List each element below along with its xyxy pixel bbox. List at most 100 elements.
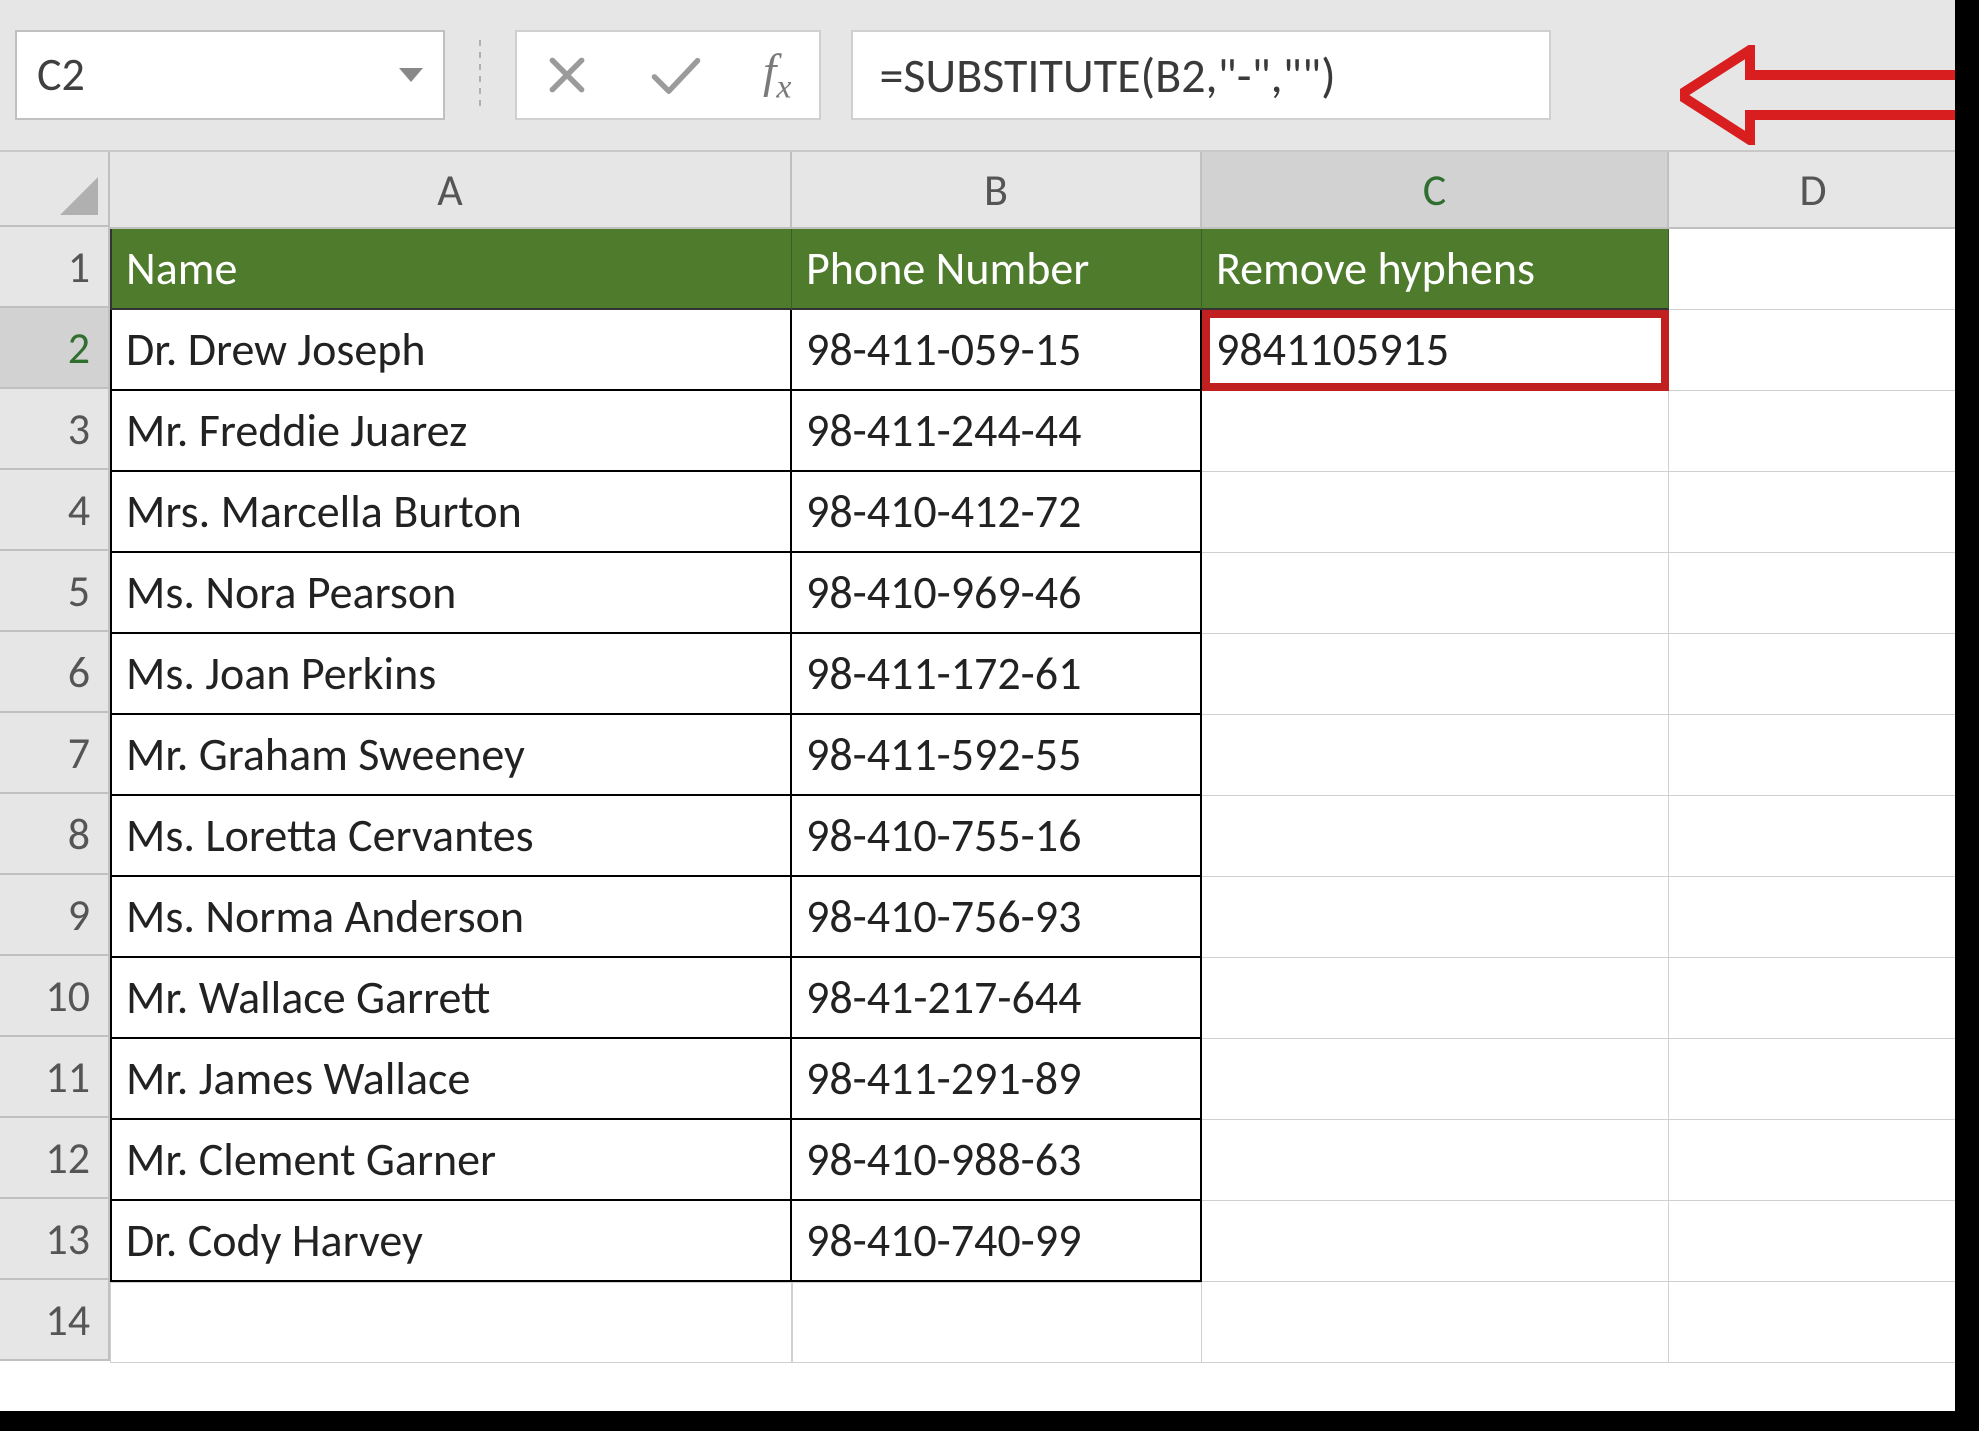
cell-C9[interactable] <box>1202 877 1669 958</box>
cell-A7[interactable]: Mr. Graham Sweeney <box>110 715 792 796</box>
col-header-A[interactable]: A <box>110 152 792 227</box>
row-header-14[interactable]: 14 <box>0 1280 110 1361</box>
formula-controls: fx <box>515 30 821 120</box>
cell-C2[interactable]: 9841105915 <box>1202 310 1669 391</box>
col-header-B[interactable]: B <box>792 152 1202 227</box>
cell-C13[interactable] <box>1202 1201 1669 1282</box>
cells: Name Phone Number Remove hyphens Dr. Dre… <box>110 229 1959 1363</box>
cell-D7[interactable] <box>1669 715 1959 796</box>
formula-input[interactable]: =SUBSTITUTE(B2,"-","") <box>851 30 1551 120</box>
cell-A3[interactable]: Mr. Freddie Juarez <box>110 391 792 472</box>
table-row: Mr. Clement Garner98-410-988-63 <box>110 1120 1959 1201</box>
separator <box>479 40 481 110</box>
cell-A12[interactable]: Mr. Clement Garner <box>110 1120 792 1201</box>
row-header-13[interactable]: 13 <box>0 1199 110 1280</box>
cell-C11[interactable] <box>1202 1039 1669 1120</box>
cell-A14[interactable] <box>110 1282 792 1363</box>
cell-A2[interactable]: Dr. Drew Joseph <box>110 310 792 391</box>
table-row: Ms. Nora Pearson98-410-969-46 <box>110 553 1959 634</box>
header-phone[interactable]: Phone Number <box>792 229 1202 310</box>
cell-D5[interactable] <box>1669 553 1959 634</box>
cancel-formula-icon[interactable] <box>545 53 589 97</box>
row-header-8[interactable]: 8 <box>0 794 110 875</box>
name-box-value: C2 <box>37 47 85 103</box>
cell-B7[interactable]: 98-411-592-55 <box>792 715 1202 796</box>
annotation-arrow-icon <box>1680 45 1970 145</box>
cell-D11[interactable] <box>1669 1039 1959 1120</box>
name-box-dropdown-icon[interactable] <box>399 68 423 82</box>
cell-D4[interactable] <box>1669 472 1959 553</box>
cell-B13[interactable]: 98-410-740-99 <box>792 1201 1202 1282</box>
table-row: Mr. James Wallace98-411-291-89 <box>110 1039 1959 1120</box>
cell-C4[interactable] <box>1202 472 1669 553</box>
row-header-2[interactable]: 2 <box>0 308 110 389</box>
row-header-column: 1234567891011121314 <box>0 152 110 1363</box>
cell-B10[interactable]: 98-41-217-644 <box>792 958 1202 1039</box>
table-row: Ms. Loretta Cervantes98-410-755-16 <box>110 796 1959 877</box>
cell-B3[interactable]: 98-411-244-44 <box>792 391 1202 472</box>
cell-A6[interactable]: Ms. Joan Perkins <box>110 634 792 715</box>
cell-C7[interactable] <box>1202 715 1669 796</box>
cell-B11[interactable]: 98-411-291-89 <box>792 1039 1202 1120</box>
column-headers: A B C D <box>110 152 1959 229</box>
cell-C8[interactable] <box>1202 796 1669 877</box>
row-header-12[interactable]: 12 <box>0 1118 110 1199</box>
cell-A11[interactable]: Mr. James Wallace <box>110 1039 792 1120</box>
cell-C6[interactable] <box>1202 634 1669 715</box>
cell-B6[interactable]: 98-411-172-61 <box>792 634 1202 715</box>
row-header-11[interactable]: 11 <box>0 1037 110 1118</box>
select-all-corner[interactable] <box>0 152 110 227</box>
table-row: Mr. Freddie Juarez98-411-244-44 <box>110 391 1959 472</box>
cell-C14[interactable] <box>1202 1282 1669 1363</box>
row-header-10[interactable]: 10 <box>0 956 110 1037</box>
header-name[interactable]: Name <box>110 229 792 310</box>
cell-D2[interactable] <box>1669 310 1959 391</box>
row-header-9[interactable]: 9 <box>0 875 110 956</box>
cell-D8[interactable] <box>1669 796 1959 877</box>
cell-A4[interactable]: Mrs. Marcella Burton <box>110 472 792 553</box>
col-header-C[interactable]: C <box>1202 152 1669 227</box>
header-result[interactable]: Remove hyphens <box>1202 229 1669 310</box>
row-header-7[interactable]: 7 <box>0 713 110 794</box>
cell-D12[interactable] <box>1669 1120 1959 1201</box>
row-header-6[interactable]: 6 <box>0 632 110 713</box>
row-header-3[interactable]: 3 <box>0 389 110 470</box>
cell-A9[interactable]: Ms. Norma Anderson <box>110 877 792 958</box>
row-header-4[interactable]: 4 <box>0 470 110 551</box>
table-row: Dr. Drew Joseph98-411-059-159841105915 <box>110 310 1959 391</box>
right-border <box>1955 0 1979 1431</box>
table-row: Ms. Joan Perkins98-411-172-61 <box>110 634 1959 715</box>
cell-C12[interactable] <box>1202 1120 1669 1201</box>
cell-D14[interactable] <box>1669 1282 1959 1363</box>
cell-A10[interactable]: Mr. Wallace Garrett <box>110 958 792 1039</box>
cell-D13[interactable] <box>1669 1201 1959 1282</box>
cell-B4[interactable]: 98-410-412-72 <box>792 472 1202 553</box>
cell-A8[interactable]: Ms. Loretta Cervantes <box>110 796 792 877</box>
cell-B8[interactable]: 98-410-755-16 <box>792 796 1202 877</box>
cell-D10[interactable] <box>1669 958 1959 1039</box>
table-row: Dr. Cody Harvey98-410-740-99 <box>110 1201 1959 1282</box>
cell-C3[interactable] <box>1202 391 1669 472</box>
cell-B14[interactable] <box>792 1282 1202 1363</box>
cell-D3[interactable] <box>1669 391 1959 472</box>
col-header-D[interactable]: D <box>1669 152 1959 227</box>
table-row: Mrs. Marcella Burton98-410-412-72 <box>110 472 1959 553</box>
cell-A13[interactable]: Dr. Cody Harvey <box>110 1201 792 1282</box>
cell-D6[interactable] <box>1669 634 1959 715</box>
enter-formula-icon[interactable] <box>649 53 703 97</box>
cell-D1[interactable] <box>1669 229 1959 310</box>
row-header-5[interactable]: 5 <box>0 551 110 632</box>
cell-A5[interactable]: Ms. Nora Pearson <box>110 553 792 634</box>
cell-B2[interactable]: 98-411-059-15 <box>792 310 1202 391</box>
cell-B9[interactable]: 98-410-756-93 <box>792 877 1202 958</box>
cell-B12[interactable]: 98-410-988-63 <box>792 1120 1202 1201</box>
table-row: Mr. Wallace Garrett98-41-217-644 <box>110 958 1959 1039</box>
name-box[interactable]: C2 <box>15 30 445 120</box>
fx-icon[interactable]: fx <box>763 44 791 107</box>
grid-main: A B C D Name Phone Number Remove hyphens… <box>110 152 1959 1363</box>
row-header-1[interactable]: 1 <box>0 227 110 308</box>
cell-B5[interactable]: 98-410-969-46 <box>792 553 1202 634</box>
cell-C5[interactable] <box>1202 553 1669 634</box>
cell-C10[interactable] <box>1202 958 1669 1039</box>
cell-D9[interactable] <box>1669 877 1959 958</box>
